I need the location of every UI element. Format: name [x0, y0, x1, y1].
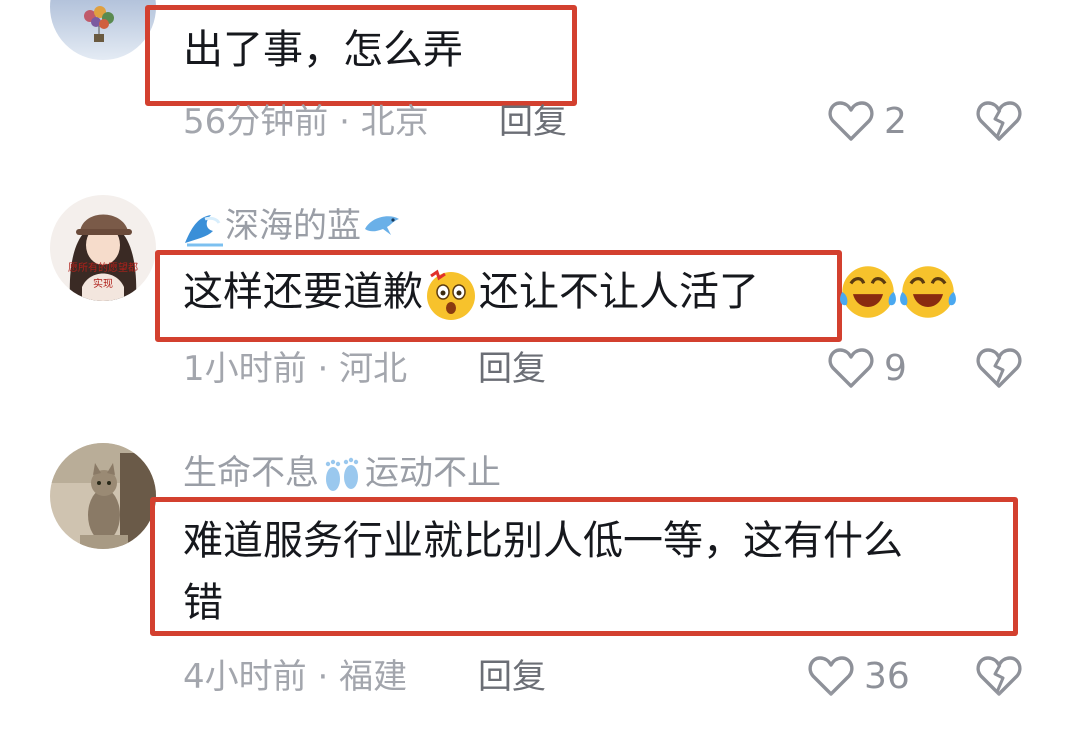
wave-icon: [185, 214, 223, 246]
like-count: 2: [884, 101, 907, 142]
like-count: 9: [884, 348, 907, 389]
avatar-caption-2: 实现: [93, 277, 113, 290]
broken-heart-icon[interactable]: [976, 347, 1022, 389]
comment-text-part1: 这样还要道歉: [183, 269, 423, 315]
shocked-face-icon: [427, 269, 475, 320]
bottom-fade: [0, 690, 1080, 737]
meta-separator: ·: [328, 102, 361, 142]
laughing-crying-icon: [840, 266, 896, 318]
username[interactable]: 深海的蓝: [183, 206, 403, 247]
comment-meta: 56分钟前 · 北京: [183, 102, 429, 142]
comment-text: 难道服务行业就比别人低一等，这有什么 错: [183, 515, 1003, 629]
comment-text-part2: 还让不让人活了: [479, 269, 759, 315]
reply-button[interactable]: 回复: [478, 349, 546, 389]
trailing-emojis: [838, 262, 958, 322]
comment-text: 这样还要道歉 还让不让人活了: [183, 266, 759, 322]
dolphin-icon: [365, 215, 399, 235]
balloon-avatar-icon: [50, 0, 156, 60]
username[interactable]: 生命不息 运动不止: [183, 453, 501, 495]
laughing-crying-icon: [900, 266, 956, 318]
username-text: 深海的蓝: [225, 206, 361, 246]
username-part2: 运动不止: [365, 453, 501, 493]
comment-location: 河北: [339, 349, 408, 389]
comment-text: 出了事，怎么弄: [183, 27, 463, 73]
comment-time: 1小时前: [183, 349, 307, 389]
comment-text-line1: 难道服务行业就比别人低一等，这有什么: [183, 518, 903, 564]
broken-heart-icon[interactable]: [976, 100, 1022, 142]
username-part1: 生命不息: [183, 453, 319, 493]
heart-icon[interactable]: [828, 347, 874, 389]
cat-avatar-icon: [50, 443, 156, 549]
meta-separator: ·: [306, 349, 340, 389]
comment-text-line2: 错: [183, 580, 223, 626]
comment-time: 56分钟前: [183, 102, 329, 142]
avatar[interactable]: [50, 443, 156, 549]
comment-meta: 1小时前 · 河北: [183, 349, 407, 389]
avatar[interactable]: 愿所有的愿望都 实现: [50, 195, 156, 301]
avatar-caption-1: 愿所有的愿望都: [68, 261, 138, 274]
heart-icon[interactable]: [828, 100, 874, 142]
girl-avatar-icon: 愿所有的愿望都 实现: [50, 195, 156, 301]
avatar[interactable]: [50, 0, 156, 60]
comment-location: 北京: [360, 102, 429, 142]
footprints-icon: [325, 457, 359, 491]
reply-button[interactable]: 回复: [499, 102, 567, 142]
